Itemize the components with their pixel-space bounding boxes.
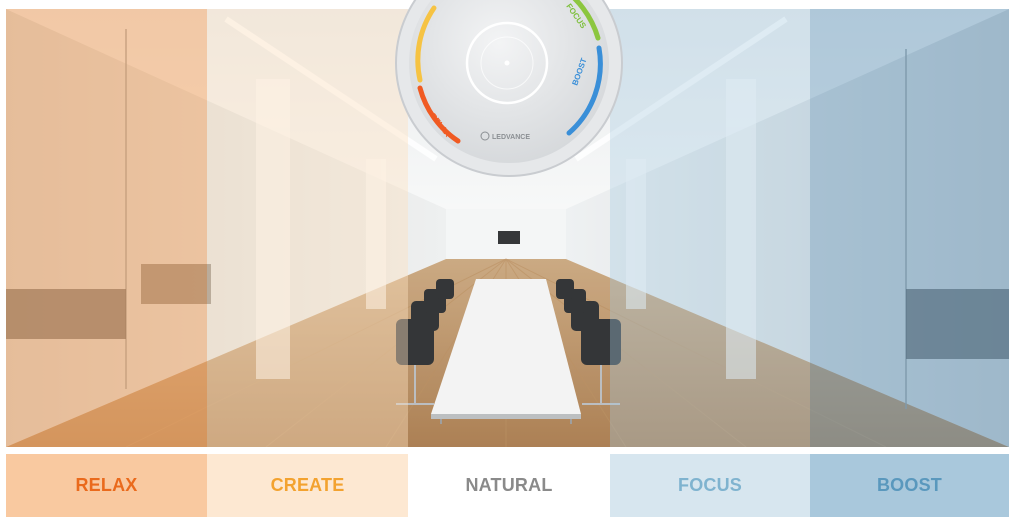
light-mode-labels: RELAX CREATE NATURAL FOCUS BOOST xyxy=(6,454,1009,517)
create-tint-overlay xyxy=(207,9,408,447)
focus-tint-overlay xyxy=(610,9,810,447)
mode-focus[interactable]: FOCUS xyxy=(610,454,810,517)
mode-relax[interactable]: RELAX xyxy=(6,454,207,517)
light-mode-dial[interactable]: RELAX FOCUS BOOST LEDVANCE xyxy=(394,0,624,178)
mode-natural[interactable]: NATURAL xyxy=(408,454,610,517)
relax-tint-overlay xyxy=(6,9,207,447)
brand-logo-text: LEDVANCE xyxy=(492,134,530,141)
mode-boost[interactable]: BOOST xyxy=(810,454,1009,517)
boost-tint-overlay xyxy=(810,9,1009,447)
mode-create[interactable]: CREATE xyxy=(207,454,408,517)
